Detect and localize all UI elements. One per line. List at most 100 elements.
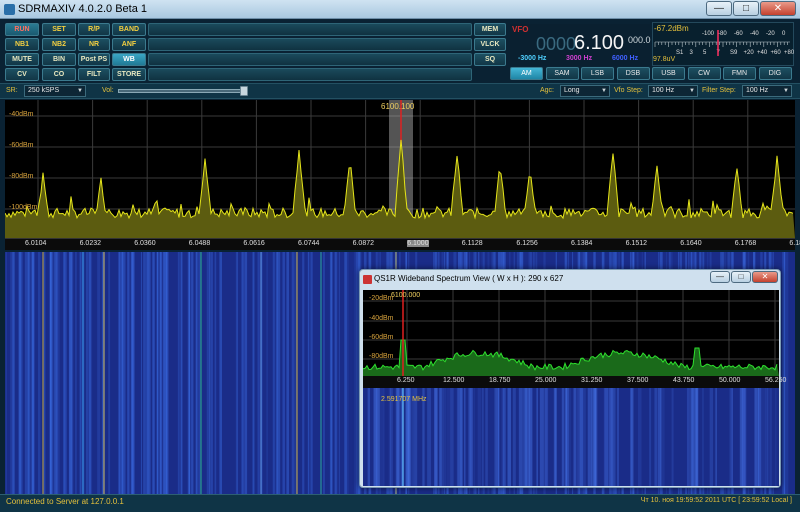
s-meter-tick-label: +40 (757, 50, 768, 56)
nr-button[interactable]: NR (78, 38, 110, 51)
frequency-tick-label: 6.1384 (571, 240, 593, 247)
store-button[interactable]: STORE (112, 68, 146, 81)
wideband-tick-label: 56.250 (765, 377, 787, 384)
cv-button[interactable]: CV (5, 68, 39, 81)
db-label: -60dBm (369, 334, 394, 341)
s-meter-tick-label: -60 (734, 31, 743, 37)
frequency-tick-label: 6.0616 (243, 240, 265, 247)
wideband-spectrum[interactable]: -20dBm -40dBm -60dBm -80dBm 6100.000 (363, 290, 779, 376)
popup-maximize-button[interactable]: □ (731, 271, 751, 283)
db-label: -40dBm (369, 315, 394, 322)
wideband-tick-label: 37.500 (627, 377, 649, 384)
info-bar-4 (148, 68, 472, 81)
mode-button-cw[interactable]: CW (687, 67, 721, 80)
frequency-tick-label: 6.0360 (134, 240, 156, 247)
s-meter-tick-label: S1 (676, 50, 684, 56)
sample-rate-value: 250 kSPS (28, 87, 60, 94)
s-meter-tick-label: +80 (784, 50, 795, 56)
wideband-tick-label: 25.000 (535, 377, 557, 384)
s-meter-tick-label: -20 (766, 31, 775, 37)
filter-step-label: Filter Step: (702, 87, 736, 94)
agc-select[interactable]: Long ▼ (560, 85, 610, 97)
db-label: -80dBm (9, 173, 34, 180)
mem-button[interactable]: MEM (474, 23, 506, 36)
popup-minimize-button[interactable]: — (710, 271, 730, 283)
vol-label: Vol: (102, 87, 114, 94)
info-bar-3 (148, 53, 472, 66)
filter-low: -3000 Hz (518, 55, 547, 62)
run-button[interactable]: RUN (5, 23, 39, 36)
band-button[interactable]: BAND (112, 23, 146, 36)
vfo-step-select[interactable]: 100 Hz ▼ (648, 85, 698, 97)
anf-button[interactable]: ANF (112, 38, 146, 51)
vfo-frequency: 6.100 (574, 32, 625, 54)
wideband-tick-label: 18.750 (489, 377, 511, 384)
volume-slider-knob[interactable] (240, 86, 248, 96)
db-label: -40dBm (9, 111, 34, 118)
s-meter-tick-label: +60 (770, 50, 781, 56)
mode-button-usb[interactable]: USB (652, 67, 685, 80)
vfo-step-label: Vfo Step: (614, 87, 643, 94)
window-title: SDRMAXIV 4.0.2.0 Beta 1 (18, 3, 148, 15)
frequency-tick-label: 6.0232 (79, 240, 102, 247)
mode-button-dsb[interactable]: DSB (616, 67, 650, 80)
wb-button[interactable]: WB (112, 53, 146, 66)
wideband-tick-label: 50.000 (719, 377, 741, 384)
volume-slider-track[interactable] (118, 89, 248, 93)
frequency-tick-label: 6.1640 (680, 240, 702, 247)
rp-button[interactable]: R/P (78, 23, 110, 36)
title-bar: SDRMAXIV 4.0.2.0 Beta 1 — □ ✕ (0, 0, 800, 19)
marker-frequency: 6100.000 (391, 292, 421, 299)
mode-button-dig[interactable]: DIG (758, 67, 792, 80)
db-label: -20dBm (369, 295, 394, 302)
s-meter-tick-label: -100 (702, 31, 715, 37)
clock-status: Чт 10. ноя 19:59:52 2011 UTC [ 23:59:52 … (640, 497, 792, 504)
minimize-button[interactable]: — (706, 1, 732, 16)
postps-button[interactable]: Post PS (78, 53, 110, 66)
chevron-down-icon: ▼ (689, 88, 695, 94)
s-meter-tick-label: +20 (743, 50, 754, 56)
signal-microvolts: 97.8uV (653, 56, 676, 63)
frequency-tick-label: 6.0488 (188, 240, 211, 247)
center-frequency-label: 6100.100 (381, 102, 415, 111)
sample-rate-select[interactable]: 250 kSPS ▼ (24, 85, 86, 97)
info-bar-2 (148, 38, 472, 51)
popup-close-button[interactable]: ✕ (752, 271, 778, 283)
filter-step-select[interactable]: 100 Hz ▼ (742, 85, 792, 97)
set-button[interactable]: SET (42, 23, 76, 36)
nb1-button[interactable]: NB1 (5, 38, 39, 51)
filter-bandwidth: 6000 Hz (612, 55, 639, 62)
spectrum-graphics (5, 100, 795, 238)
s-meter-tick-label: S9 (730, 50, 738, 56)
close-button[interactable]: ✕ (760, 1, 796, 16)
s-meter-tick-label: -80 (718, 31, 727, 37)
vfo-prefix: 0000 (536, 34, 577, 54)
s-meter-tick-label: -40 (750, 31, 759, 37)
window-icon (363, 275, 372, 284)
mute-button[interactable]: MUTE (5, 53, 39, 66)
frequency-tick-label: 6.1896 (789, 240, 800, 247)
filt-button[interactable]: FILT (78, 68, 110, 81)
maximize-button[interactable]: □ (733, 1, 759, 16)
s-meter-tick-label: 3 (689, 50, 693, 56)
frequency-tick-label: 6.1128 (461, 240, 483, 247)
wideband-waterfall[interactable]: 2.591707 MHz (363, 388, 779, 486)
mode-button-am[interactable]: AM (510, 67, 543, 80)
vlck-button[interactable]: VLCK (474, 38, 506, 51)
bin-button[interactable]: BIN (42, 53, 76, 66)
sq-button[interactable]: SQ (474, 53, 506, 66)
nb2-button[interactable]: NB2 (42, 38, 76, 51)
co-button[interactable]: CO (42, 68, 76, 81)
main-window: SDRMAXIV 4.0.2.0 Beta 1 — □ ✕ RUN SET R/… (0, 0, 800, 512)
mode-button-sam[interactable]: SAM (545, 67, 579, 80)
cursor-frequency: 2.591707 MHz (381, 396, 427, 403)
wideband-fill (363, 340, 779, 376)
s-meter-tick-label: 7 (716, 50, 720, 56)
frequency-tick-label: 6.1768 (734, 240, 757, 247)
mode-button-lsb[interactable]: LSB (581, 67, 614, 80)
mode-button-fmn[interactable]: FMN (723, 67, 756, 80)
frequency-tick-label: 6.0744 (298, 240, 320, 247)
spectrum-display[interactable]: -40dBm -60dBm -80dBm -100dBm 6100.100 (5, 100, 795, 238)
wideband-window-title: QS1R Wideband Spectrum View ( W x H ): 2… (374, 274, 564, 283)
status-bar: Connected to Server at 127.0.0.1 Чт 10. … (0, 494, 800, 512)
